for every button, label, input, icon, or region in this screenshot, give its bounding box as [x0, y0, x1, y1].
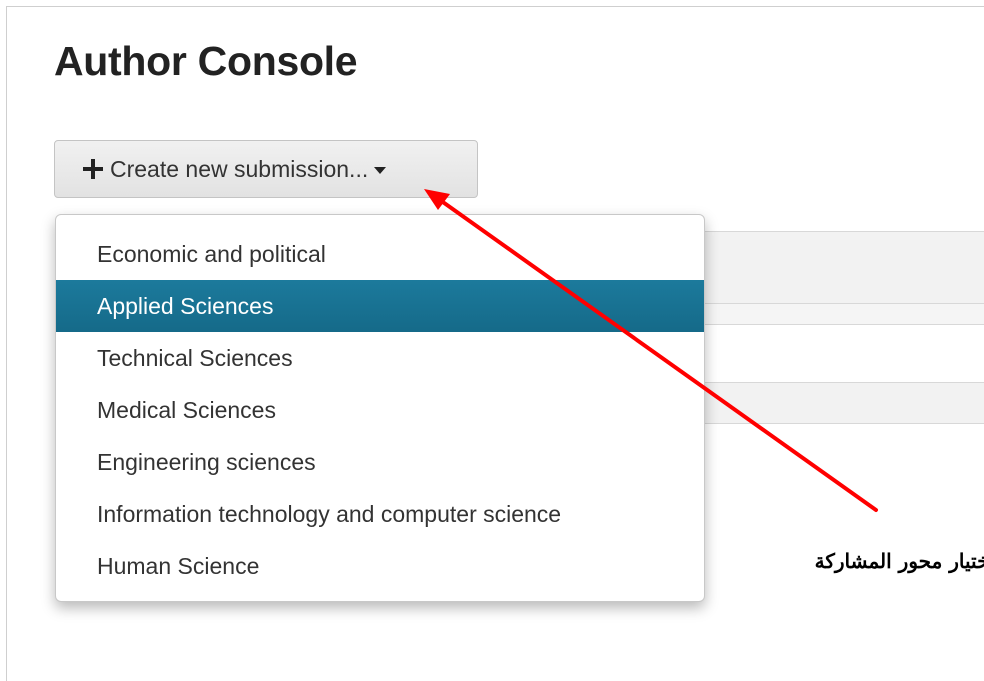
- create-button-label: Create new submission...: [110, 155, 369, 182]
- annotation-label: اختيار محور المشاركة: [785, 540, 984, 582]
- caret-down-icon: [374, 166, 387, 174]
- create-new-submission-button[interactable]: Create new submission...: [54, 140, 478, 198]
- menu-item-applied-sciences[interactable]: Applied Sciences: [56, 280, 704, 332]
- menu-item-economic-and-political[interactable]: Economic and political: [56, 228, 704, 280]
- submission-category-dropdown: Economic and political Applied Sciences …: [55, 214, 705, 602]
- annotation-text: اختيار محور المشاركة: [814, 549, 984, 573]
- menu-item-technical-sciences[interactable]: Technical Sciences: [56, 332, 704, 384]
- menu-item-information-technology[interactable]: Information technology and computer scie…: [56, 488, 704, 540]
- menu-item-engineering-sciences[interactable]: Engineering sciences: [56, 436, 704, 488]
- page-title: Author Console: [54, 38, 358, 84]
- menu-item-medical-sciences[interactable]: Medical Sciences: [56, 384, 704, 436]
- menu-item-human-science[interactable]: Human Science: [56, 540, 704, 592]
- plus-icon: [83, 159, 103, 179]
